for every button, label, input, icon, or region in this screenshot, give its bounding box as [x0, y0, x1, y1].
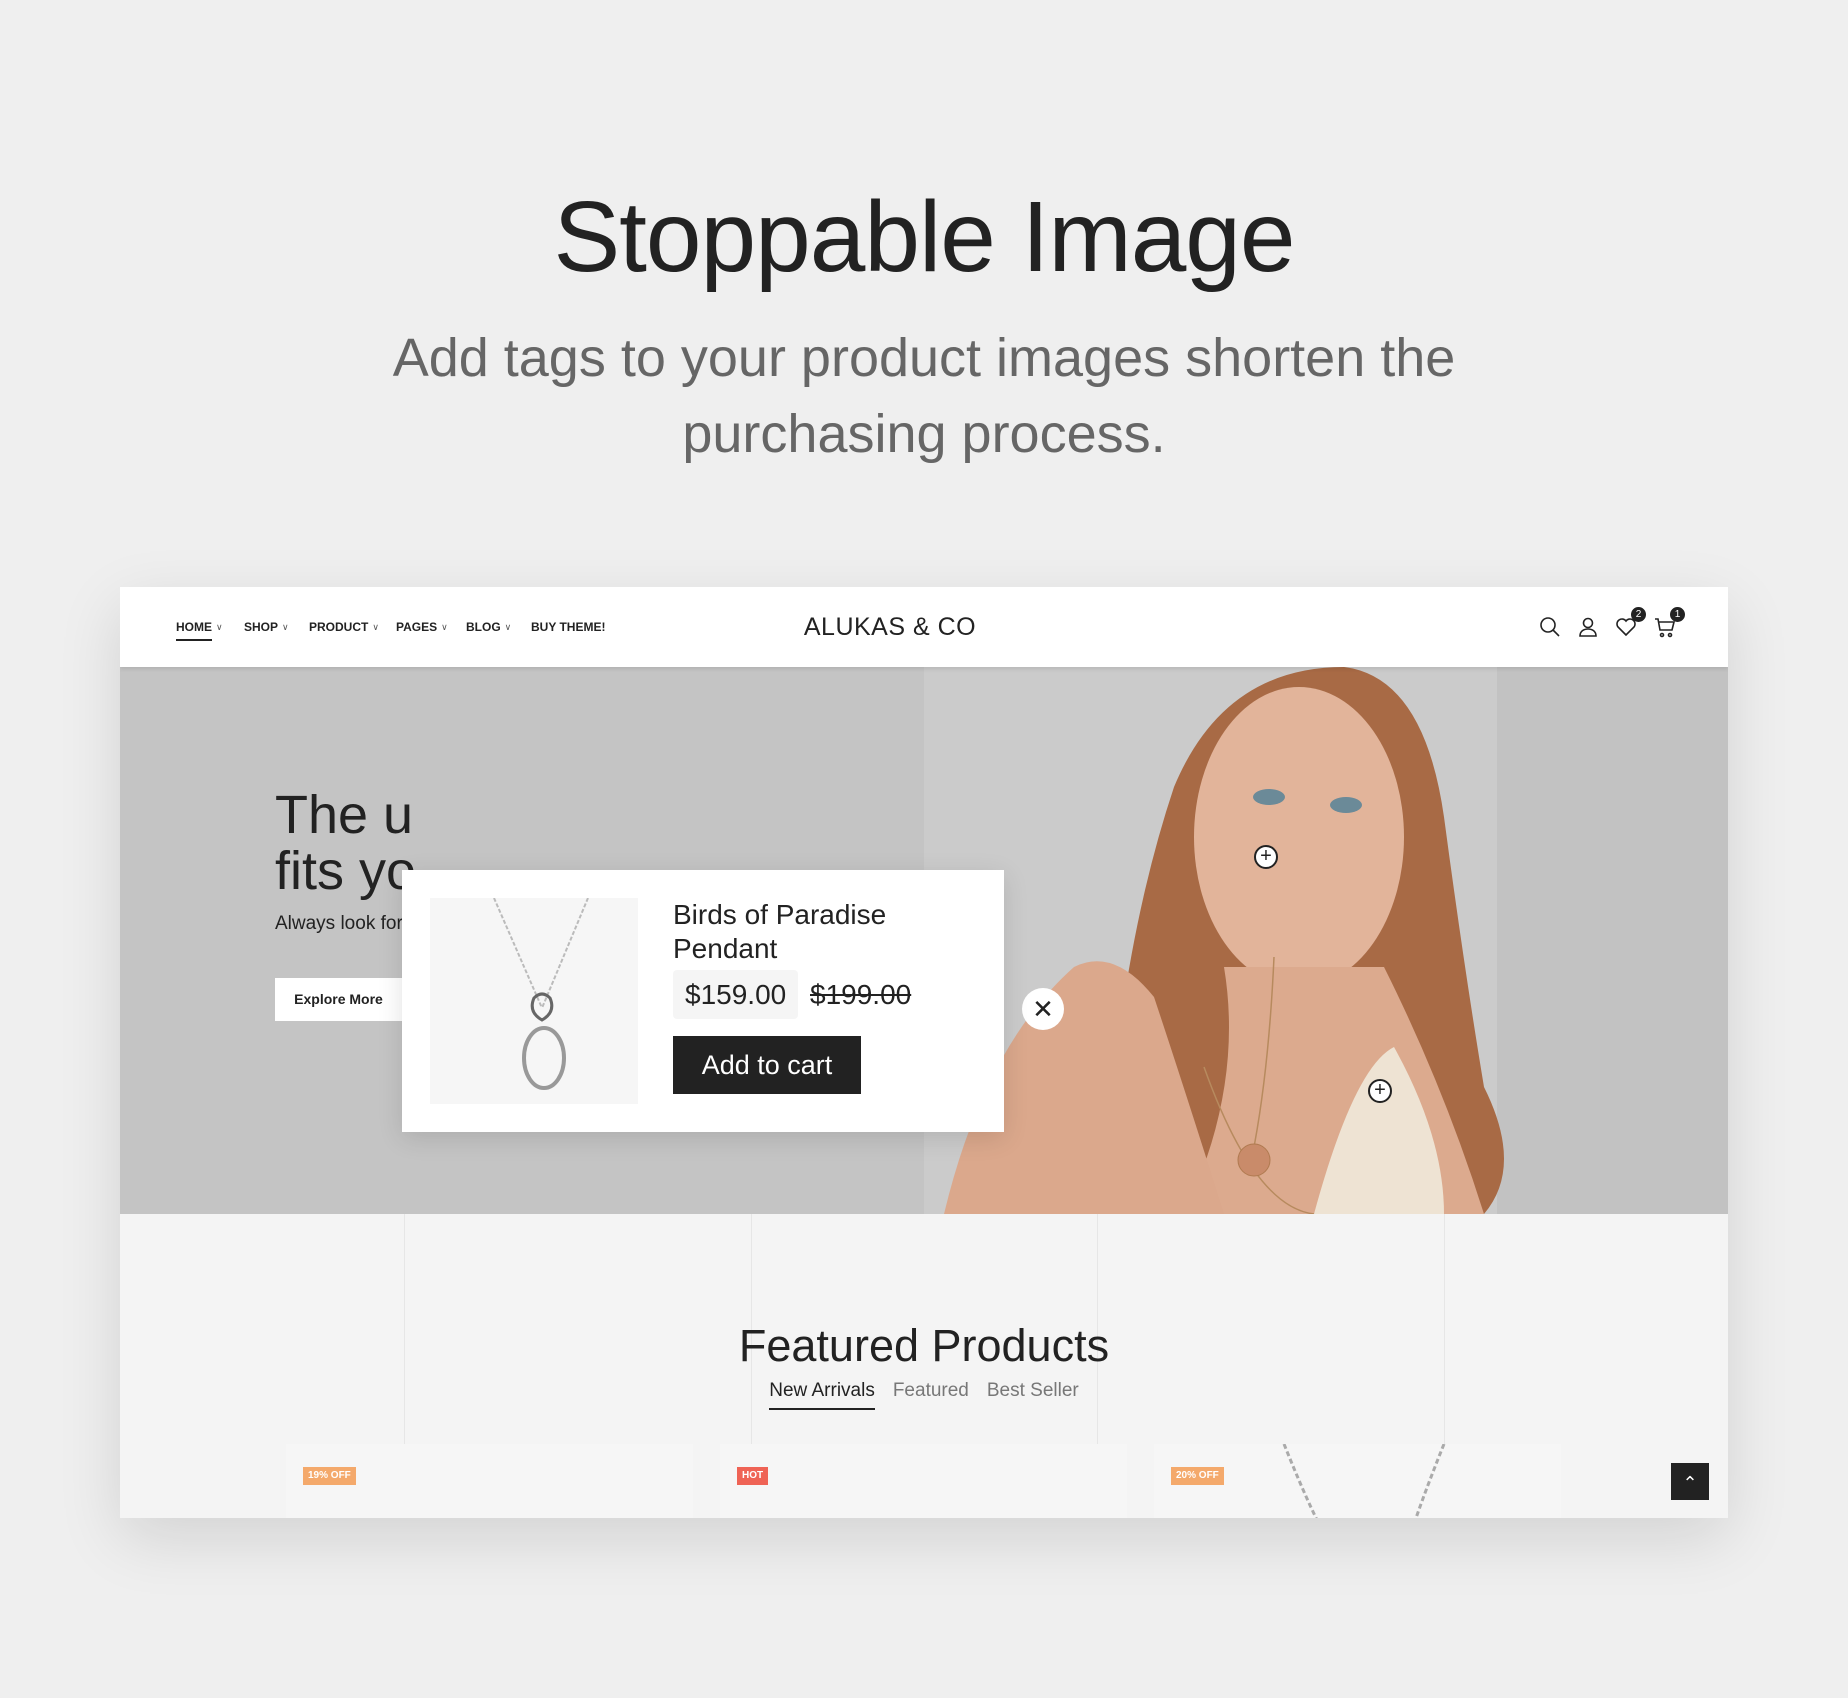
nav-label: BUY THEME! [531, 620, 606, 634]
hot-badge: HOT [737, 1467, 769, 1485]
nav-label: PRODUCT [309, 620, 369, 634]
chevron-down-icon: ∨ [441, 621, 448, 632]
hero-heading-line: fits yo [275, 841, 417, 901]
product-card[interactable]: 20% OFF [1154, 1444, 1561, 1518]
close-icon[interactable]: ✕ [1022, 988, 1064, 1030]
store-mockup: HOME ∨ SHOP ∨ PRODUCT ∨ PAGES ∨ BLOG ∨ BUY TH… [120, 587, 1728, 1518]
discount-badge: 19% OFF [303, 1467, 356, 1485]
nav-product[interactable]: PRODUCT ∨ [309, 620, 379, 634]
nav-shop[interactable]: SHOP ∨ [244, 620, 289, 634]
product-card[interactable]: HOT [720, 1444, 1127, 1518]
chevron-down-icon: ∨ [282, 621, 289, 632]
explore-more-button[interactable]: Explore More [275, 978, 402, 1021]
tab-new-arrivals[interactable]: New Arrivals [769, 1380, 875, 1410]
nav-label: PAGES [396, 620, 438, 634]
active-underline [176, 639, 212, 641]
chevron-down-icon: ∨ [216, 621, 223, 632]
necklace-chain-image [1282, 1444, 1446, 1518]
pendant-image [430, 897, 638, 1104]
model-illustration [944, 667, 1504, 1214]
logo[interactable]: ALUKAS & CO [780, 613, 1000, 642]
original-price: $199.00 [810, 979, 912, 1010]
nav-pages[interactable]: PAGES ∨ [396, 620, 448, 634]
cart-icon[interactable]: 1 [1653, 607, 1685, 639]
product-quickview-popup: Birds of Paradise Pendant $159.00 $199.0… [402, 870, 1004, 1132]
featured-tabs: New Arrivals Featured Best Seller [120, 1380, 1728, 1410]
tab-best-seller[interactable]: Best Seller [987, 1380, 1079, 1410]
hero-heading: The u fits yo [275, 787, 416, 899]
scroll-to-top-chevron-up-icon[interactable]: ⌃ [1671, 1463, 1709, 1500]
nav-label: BLOG [466, 620, 501, 634]
chevron-down-icon: ∨ [372, 621, 379, 632]
nav-home[interactable]: HOME ∨ [176, 620, 223, 634]
model-photo: + + [924, 667, 1728, 1214]
hotspot-earring-plus-icon[interactable]: + [1254, 845, 1278, 869]
discount-badge: 20% OFF [1171, 1467, 1224, 1485]
sale-price: $159.00 [673, 970, 799, 1019]
search-icon[interactable] [1538, 615, 1562, 639]
hero-banner: The u fits yo Always look for Explore Mor… [120, 667, 1728, 1214]
hero-text: Always look for [275, 913, 403, 934]
cart-count-badge: 1 [1670, 607, 1685, 622]
tab-featured[interactable]: Featured [893, 1380, 969, 1410]
add-to-cart-button[interactable]: Add to cart [673, 1036, 861, 1094]
nav-buy-theme[interactable]: BUY THEME! [531, 620, 605, 634]
user-icon[interactable] [1576, 615, 1600, 639]
chevron-down-icon: ∨ [504, 621, 512, 632]
nav-label: HOME [176, 620, 212, 634]
page-subtitle: Add tags to your product images shorten … [392, 328, 1456, 464]
nav-blog[interactable]: BLOG ∨ [466, 620, 511, 634]
product-name[interactable]: Birds of Paradise Pendant [673, 898, 973, 966]
nav-label: SHOP [244, 620, 279, 634]
site-header: HOME ∨ SHOP ∨ PRODUCT ∨ PAGES ∨ BLOG ∨ BUY TH… [120, 587, 1728, 667]
product-card[interactable]: 19% OFF [286, 1444, 693, 1518]
hero-heading-line: The u [275, 785, 414, 845]
page-title: Stoppable Image [553, 181, 1295, 293]
featured-title: Featured Products [738, 1320, 1110, 1371]
pendant-illustration [493, 897, 589, 1090]
heart-icon[interactable]: 2 [1614, 607, 1646, 639]
wishlist-count-badge: 2 [1631, 607, 1646, 622]
hotspot-necklace-plus-icon[interactable]: + [1368, 1079, 1392, 1103]
